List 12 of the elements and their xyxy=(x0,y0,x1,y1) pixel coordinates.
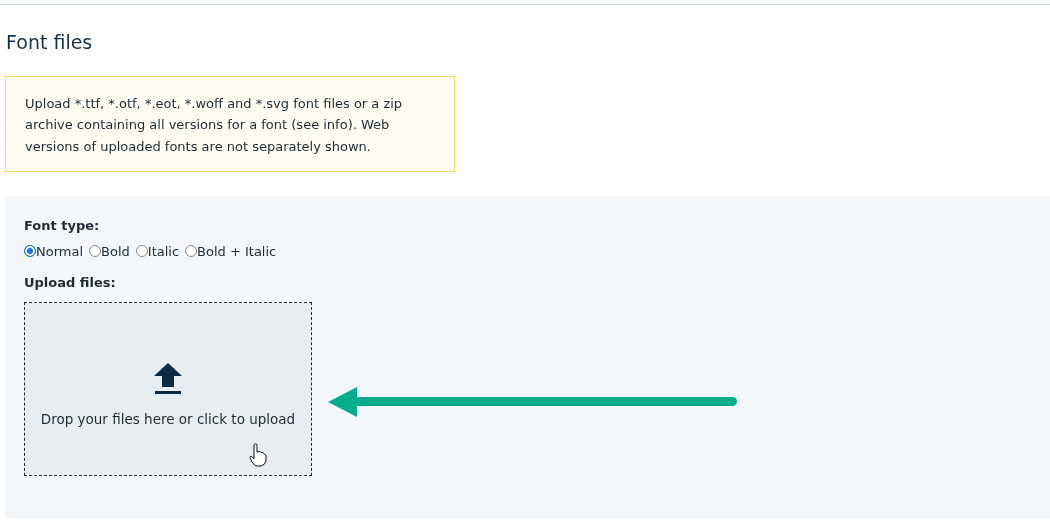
font-type-radio[interactable]: Bold xyxy=(89,241,130,262)
font-type-radio[interactable]: Italic xyxy=(135,241,180,262)
dropzone-text: Drop your files here or click to upload xyxy=(40,410,296,430)
upload-icon xyxy=(154,363,182,396)
section-heading: Font files xyxy=(6,31,94,54)
font-type-label: Font type: xyxy=(24,217,100,236)
file-dropzone[interactable]: Drop your files here or click to upload xyxy=(24,301,312,476)
info-note: Upload *.ttf, *.otf, *.eot, *.woff and *.svg font files or a zip archive containing all versions for a font (see info). Web versions of uploaded fonts are not separately shown. xyxy=(5,75,455,173)
hand-cursor-icon xyxy=(249,442,267,467)
font-type-radio[interactable]: Bold + Italic xyxy=(185,241,277,262)
upload-files-label: Upload files: xyxy=(24,274,116,293)
font-type-radio[interactable]: Normal xyxy=(24,241,84,262)
